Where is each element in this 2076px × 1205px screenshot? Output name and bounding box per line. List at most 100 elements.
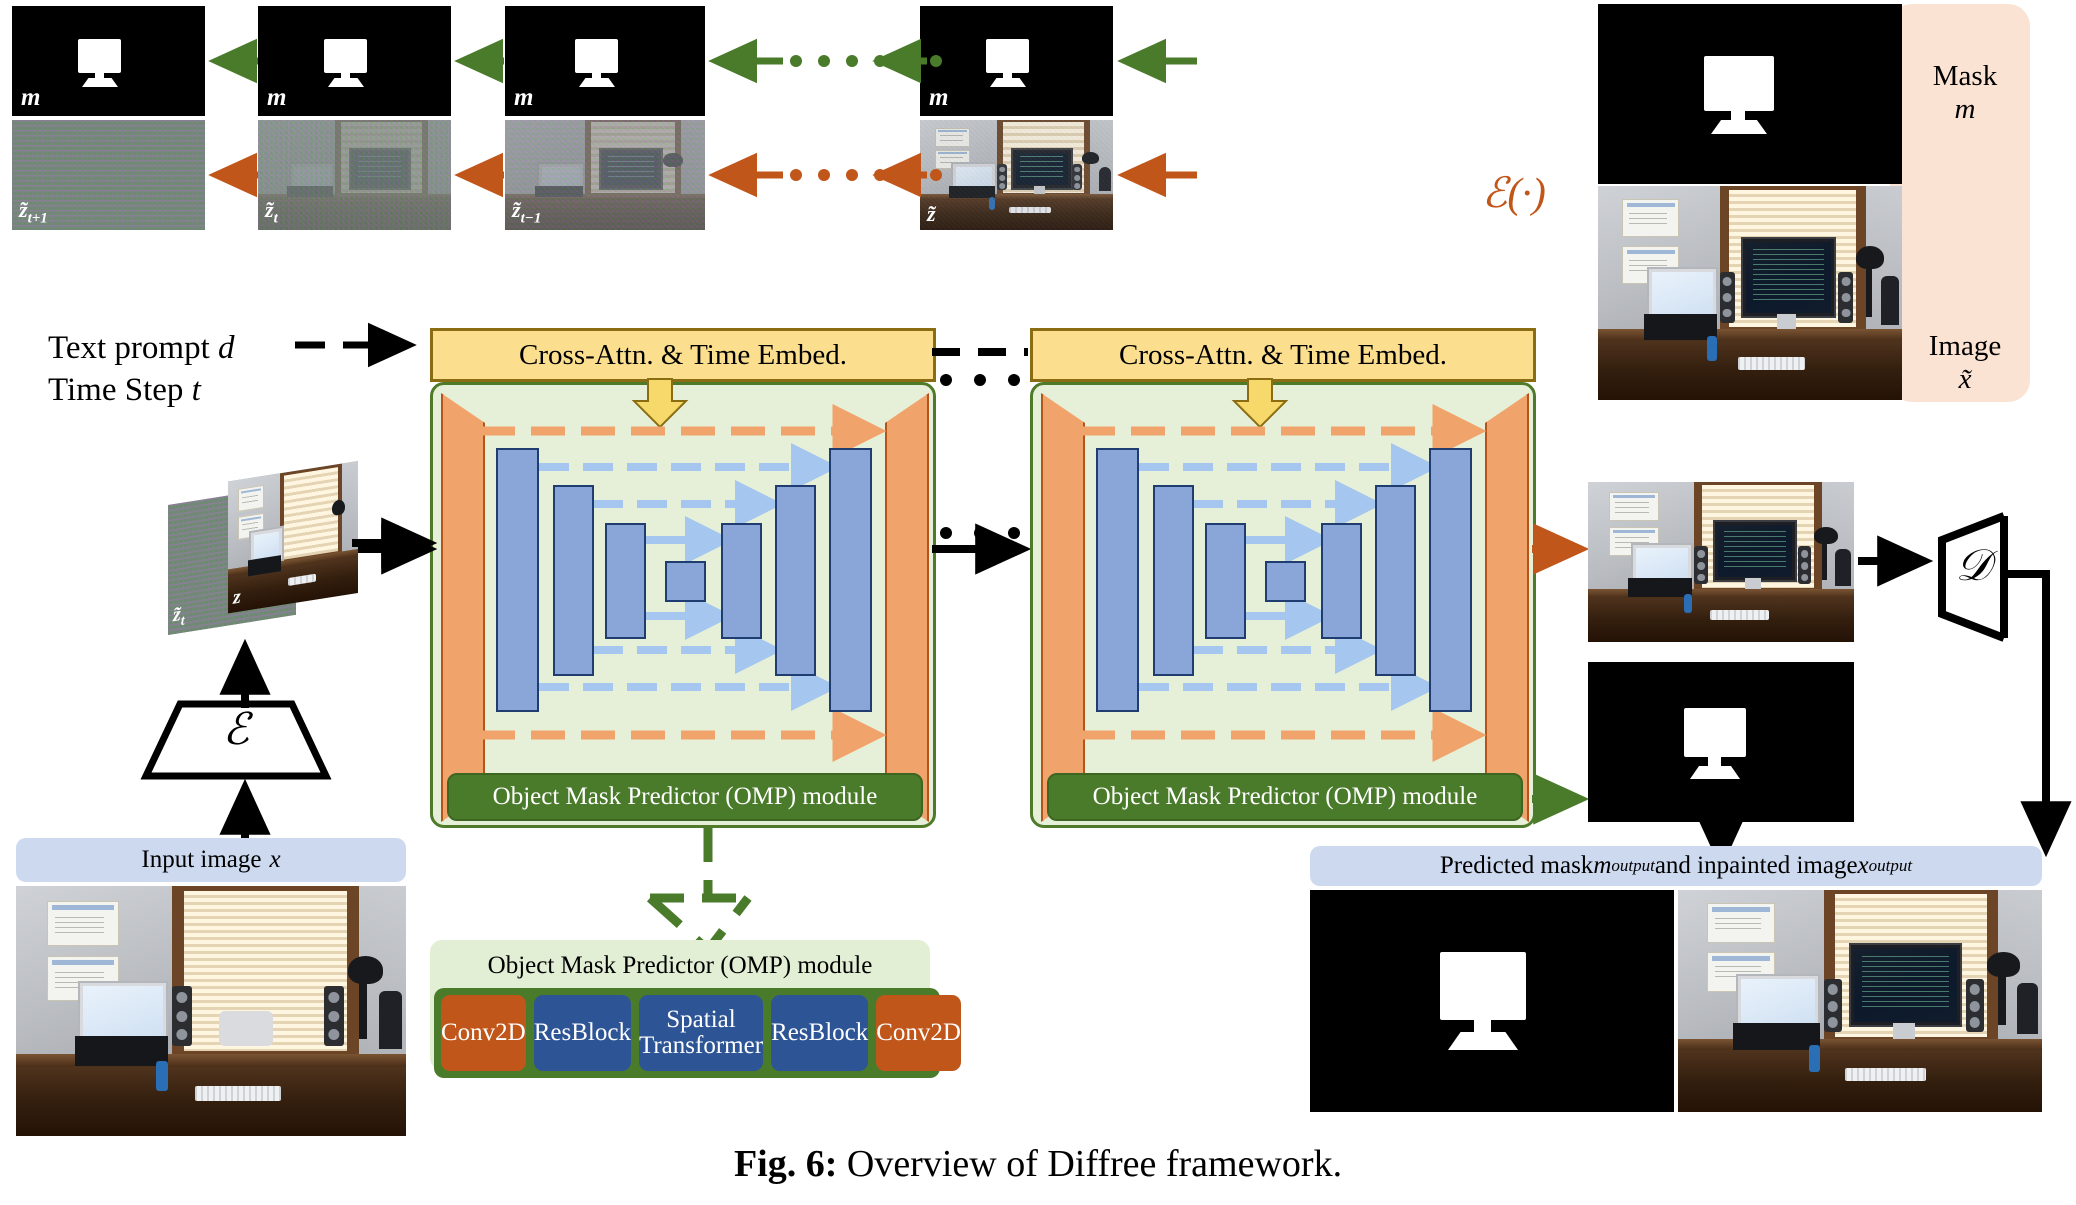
keyboard — [1710, 610, 1769, 620]
blue-bottle — [1683, 594, 1692, 614]
source-image-label-group: Image x̃ — [1915, 330, 2015, 397]
time-embed-down-arrow-2 — [1231, 378, 1289, 429]
output-sym-x: x — [1857, 852, 1869, 879]
omp-bar-label: Object Mask Predictor (OMP) module — [1092, 783, 1478, 810]
input-image-symbol: x — [269, 846, 281, 873]
noise-overlay — [258, 120, 451, 230]
latent-label: z̃ — [927, 201, 936, 226]
unet-bottleneck-block — [1265, 561, 1306, 602]
skip-connection-orange-top-2 — [1081, 404, 1487, 458]
black-arrow-decoder-to-output — [2004, 570, 2072, 858]
monitor-inner — [1854, 948, 1958, 1023]
time-step-label: Time Step t — [48, 372, 201, 409]
omp-module-bar-1: Object Mask Predictor (OMP) module — [447, 773, 923, 821]
green-arrow-unet-to-output-mask — [1532, 773, 1590, 825]
keyboard — [195, 1086, 282, 1101]
text-prompt-symbol: d — [218, 330, 235, 366]
output-latent-image — [1588, 482, 1854, 642]
orange-arrow-latent-1 — [208, 152, 258, 198]
image-label-text: Image — [1928, 330, 2002, 362]
lamp-arm — [1822, 541, 1828, 580]
monitor-base-icon — [82, 78, 118, 87]
laptop-base — [74, 1036, 169, 1066]
output-sub-1: output — [1611, 856, 1655, 875]
skip-connection-blue-2a — [593, 480, 783, 528]
monitor-screen-icon — [1704, 56, 1774, 111]
award-plaque — [1835, 549, 1852, 586]
skip-connection-orange-bottom-1 — [481, 708, 887, 762]
speaker-right — [1838, 271, 1854, 323]
desk-monitor — [1740, 237, 1837, 319]
monitor-base-icon — [1448, 1032, 1518, 1050]
latent-image-t: z̃t — [258, 120, 451, 230]
laptop-screen — [83, 986, 164, 1040]
text-prompt-label: Text prompt d — [48, 330, 235, 367]
omp-detail-title: Object Mask Predictor (OMP) module — [487, 952, 873, 979]
laptop-base — [1627, 578, 1692, 598]
unet-stage-block — [721, 523, 762, 639]
award-plaque — [1880, 275, 1899, 326]
omp-cell-conv2d-2: Conv2D — [876, 995, 961, 1071]
output-sub-2: output — [1868, 856, 1913, 875]
omp-cell-resblock-1: ResBlock — [533, 995, 631, 1071]
green-arrow-mask-4 — [872, 38, 927, 84]
speaker-left — [1823, 978, 1842, 1033]
code-lines — [1723, 530, 1786, 568]
generated-monitor — [1849, 943, 1963, 1028]
output-mask-image — [1588, 662, 1854, 822]
monitor-base-icon — [328, 78, 364, 87]
skip-connection-blue-3a — [1245, 516, 1333, 564]
speaker-left — [1719, 271, 1735, 323]
output-sym-m: m — [1593, 852, 1612, 879]
omp-cell-spatial-transformer: Spatial Transformer — [638, 995, 764, 1071]
unet-stage-block — [1153, 485, 1194, 676]
generated-monitor — [1713, 520, 1797, 582]
mask-label-text: Mask — [1932, 60, 1998, 92]
skip-connection-orange-bottom-2 — [1081, 708, 1487, 762]
mask-frame-3: m — [505, 6, 705, 116]
unet-stage-block — [1321, 523, 1362, 639]
unet-stage-block — [1429, 448, 1472, 712]
omp-detail-dashed-arrow — [646, 828, 752, 957]
award-plaque — [378, 991, 403, 1049]
source-mask-image — [1598, 4, 1902, 184]
figure-caption-text: Overview of Diffree framework. — [837, 1143, 1343, 1185]
monitor-inner — [1718, 525, 1792, 577]
mask-symbol: m — [1954, 93, 1976, 126]
green-arrow-mask-source — [1117, 38, 1197, 84]
skip-connection-blue-1b — [539, 663, 839, 711]
blue-bottle — [1809, 1045, 1820, 1073]
cross-attn-box-2: Cross-Attn. & Time Embed. — [1030, 328, 1536, 382]
laptop-screen — [1651, 272, 1713, 318]
unet-stage-block — [1205, 523, 1246, 639]
omp-cell-resblock-2: ResBlock — [771, 995, 869, 1071]
encoder-symbol: ℰ — [222, 705, 250, 754]
cross-attn-box-1: Cross-Attn. & Time Embed. — [430, 328, 936, 382]
output-caption-prefix: Predicted mask — [1439, 852, 1594, 879]
black-arrow-to-decoder — [1858, 535, 1934, 587]
monitor-stand — [1892, 1023, 1915, 1039]
skip-connection-blue-1a — [1139, 443, 1439, 491]
unet-input-trapezoid-1 — [441, 393, 485, 822]
monitor-base-icon — [1711, 120, 1767, 134]
monitor-screen-icon — [324, 39, 367, 73]
speaker-left — [172, 986, 192, 1046]
latent-stack: z̃t z — [168, 460, 358, 650]
source-mask-label-group: Mask m — [1915, 60, 2015, 127]
lamp-arm — [1998, 972, 2006, 1026]
latent-label: z̃t+1 — [19, 196, 48, 226]
green-arrow-mask-3 — [708, 38, 783, 84]
unet-stage-block — [605, 523, 646, 639]
latent-stack-front: z — [228, 460, 358, 614]
mask-frame-2: m — [258, 6, 451, 116]
unet-stage-block — [829, 448, 872, 712]
latent-stack-label: z̃t — [173, 603, 185, 630]
skip-connection-blue-1a — [539, 443, 839, 491]
input-image-text: Input image — [141, 846, 262, 873]
skip-connection-orange-top-1 — [481, 404, 887, 458]
time-embed-down-arrow-1 — [631, 378, 689, 429]
green-arrow-mask-2 — [454, 38, 504, 84]
unet-block-2: Object Mask Predictor (OMP) module — [1030, 378, 1536, 828]
latent-image-t-minus-1: z̃t−1 — [505, 120, 705, 230]
orange-arrow-latent-3 — [708, 152, 783, 198]
